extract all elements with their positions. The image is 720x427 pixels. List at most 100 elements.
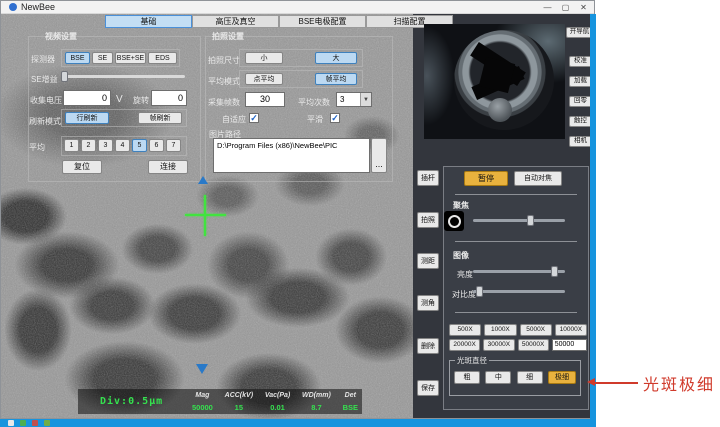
detector-bse-button[interactable]: BSE — [65, 52, 90, 64]
mag-30000x-button[interactable]: 30000X — [483, 339, 514, 351]
bottom-position-marker-icon — [196, 364, 208, 374]
mag-50000x-button[interactable]: 50000X — [518, 339, 549, 351]
status-col-vac: Vac(Pa) 0.01 — [265, 392, 290, 412]
adaptive-label: 自适应 — [222, 114, 246, 125]
tab-bse-electrode[interactable]: BSE电极配置 — [279, 15, 366, 28]
detector-se-button[interactable]: SE — [92, 52, 113, 64]
smooth-checkbox[interactable] — [330, 113, 340, 123]
focus-slider[interactable] — [473, 215, 565, 226]
size-small-button[interactable]: 小 — [245, 52, 283, 64]
spot-coarse-button[interactable]: 粗 — [454, 371, 480, 384]
status-col-det: Det BSE — [343, 392, 358, 412]
taskbar-icon[interactable] — [20, 420, 26, 426]
calibrate-button[interactable]: 校准 — [569, 56, 592, 67]
average-7-button[interactable]: 7 — [166, 139, 181, 152]
start-button-icon[interactable] — [8, 420, 14, 426]
tab-basic[interactable]: 基础 — [105, 15, 192, 28]
autofocus-button[interactable]: 自动对焦 — [514, 171, 562, 186]
close-button[interactable]: ✕ — [576, 1, 591, 13]
average-2-button[interactable]: 2 — [81, 139, 96, 152]
contrast-slider[interactable] — [473, 286, 565, 297]
focus-slider-thumb[interactable] — [527, 215, 534, 226]
contrast-slider-thumb[interactable] — [476, 286, 483, 297]
brightness-slider[interactable] — [473, 266, 565, 277]
load-button[interactable]: 加载 — [569, 76, 592, 87]
taskbar-icon[interactable] — [44, 420, 50, 426]
spot-medium-button[interactable]: 中 — [485, 371, 511, 384]
mag-500x-button[interactable]: 500X — [449, 324, 481, 336]
magnification-row-2: 20000X 30000X 50000X 50000 — [449, 339, 587, 351]
image-group-label: 图像 — [453, 250, 469, 261]
average-3-button[interactable]: 3 — [98, 139, 113, 152]
tab-hv-vacuum[interactable]: 高压及真空 — [192, 15, 279, 28]
size-large-button[interactable]: 大 — [315, 52, 357, 64]
app-icon — [9, 3, 17, 11]
panel-divider — [455, 194, 577, 195]
adaptive-checkbox[interactable] — [249, 113, 259, 123]
annotation-line — [594, 382, 638, 384]
browse-button[interactable]: ... — [371, 138, 387, 173]
top-position-marker-icon — [198, 176, 208, 184]
insert-rod-button[interactable]: 插杆 — [417, 170, 439, 186]
average-1-button[interactable]: 1 — [64, 139, 79, 152]
focus-indicator-icon — [444, 211, 464, 231]
maximize-button[interactable]: ▢ — [558, 1, 573, 13]
spot-diameter-label: 光斑直径 — [455, 355, 489, 366]
status-col-mag: Mag 50000 — [192, 392, 213, 412]
mag-5000x-button[interactable]: 5000X — [520, 324, 552, 336]
desktop-edge-strip — [590, 14, 596, 427]
average-6-button[interactable]: 6 — [149, 139, 164, 152]
frame-average-button[interactable]: 帧平均 — [315, 73, 357, 85]
pause-button[interactable]: 暂停 — [464, 171, 508, 186]
detector-eds-button[interactable]: EDS — [148, 52, 177, 64]
status-col-wd: WD(mm) 8.7 — [302, 392, 331, 412]
mag-custom-input[interactable]: 50000 — [552, 339, 587, 351]
connect-button[interactable]: 连接 — [148, 160, 188, 174]
avg-count-dropdown[interactable]: 3 ▼ — [336, 92, 372, 107]
gain-slider-thumb[interactable] — [61, 71, 68, 82]
refresh-line-button[interactable]: 行刷新 — [65, 112, 109, 124]
collect-voltage-input[interactable]: 0 — [63, 90, 111, 106]
mag-1000x-button[interactable]: 1000X — [484, 324, 516, 336]
spot-fine-button[interactable]: 细 — [517, 371, 543, 384]
window-title: NewBee — [21, 2, 55, 12]
touch-control-button[interactable]: 触控 — [569, 116, 592, 127]
measure-distance-button[interactable]: 测距 — [417, 253, 439, 269]
point-average-button[interactable]: 点平均 — [245, 73, 283, 85]
spot-extrafine-button[interactable]: 极细 — [548, 371, 576, 384]
rotation-input[interactable]: 0 — [151, 90, 187, 106]
camera-button[interactable]: 相机 — [569, 136, 592, 147]
refresh-mode-label: 刷新模式 — [29, 116, 61, 127]
detector-bse-se-button[interactable]: BSE+SE — [115, 52, 146, 64]
take-photo-button[interactable]: 拍照 — [417, 212, 439, 228]
minimize-button[interactable]: — — [540, 1, 555, 13]
mag-20000x-button[interactable]: 20000X — [449, 339, 480, 351]
voltage-unit-label: V — [116, 94, 123, 105]
brightness-slider-thumb[interactable] — [551, 266, 558, 277]
image-path-input[interactable]: D:\Program Files (x86)\NewBee\PIC — [213, 138, 370, 173]
refresh-frame-button[interactable]: 帧刷新 — [138, 112, 182, 124]
home-zero-button[interactable]: 回零 — [569, 96, 592, 107]
gain-slider[interactable] — [63, 71, 185, 82]
windows-taskbar[interactable] — [0, 419, 596, 427]
save-button[interactable]: 保存 — [417, 380, 439, 396]
average-label: 平均 — [29, 142, 45, 153]
average-5-button[interactable]: 5 — [132, 139, 147, 152]
video-settings-title: 视频设置 — [45, 31, 77, 42]
chamber-stub-cylinder — [488, 98, 512, 122]
status-col-acc: ACC(kV) 15 — [225, 392, 253, 412]
frames-input[interactable]: 30 — [245, 92, 285, 107]
measure-angle-button[interactable]: 测角 — [417, 295, 439, 311]
delete-button[interactable]: 删除 — [417, 338, 439, 354]
open-navigation-button[interactable]: 开导航 — [566, 27, 593, 38]
mag-10000x-button[interactable]: 10000X — [555, 324, 587, 336]
desktop-screenshot: NewBee — ▢ ✕ 基础 高压及真空 BSE电极配置 扫描配置 视频设置 … — [0, 0, 720, 427]
avg-count-label: 平均次数 — [298, 97, 330, 108]
panel-divider — [455, 241, 577, 242]
taskbar-icon[interactable] — [32, 420, 38, 426]
photo-size-label: 拍照尺寸 — [208, 55, 240, 66]
reset-button[interactable]: 复位 — [62, 160, 102, 174]
gain-label: SE增益 — [31, 74, 58, 85]
dropdown-arrow-icon[interactable]: ▼ — [360, 93, 371, 106]
average-4-button[interactable]: 4 — [115, 139, 130, 152]
